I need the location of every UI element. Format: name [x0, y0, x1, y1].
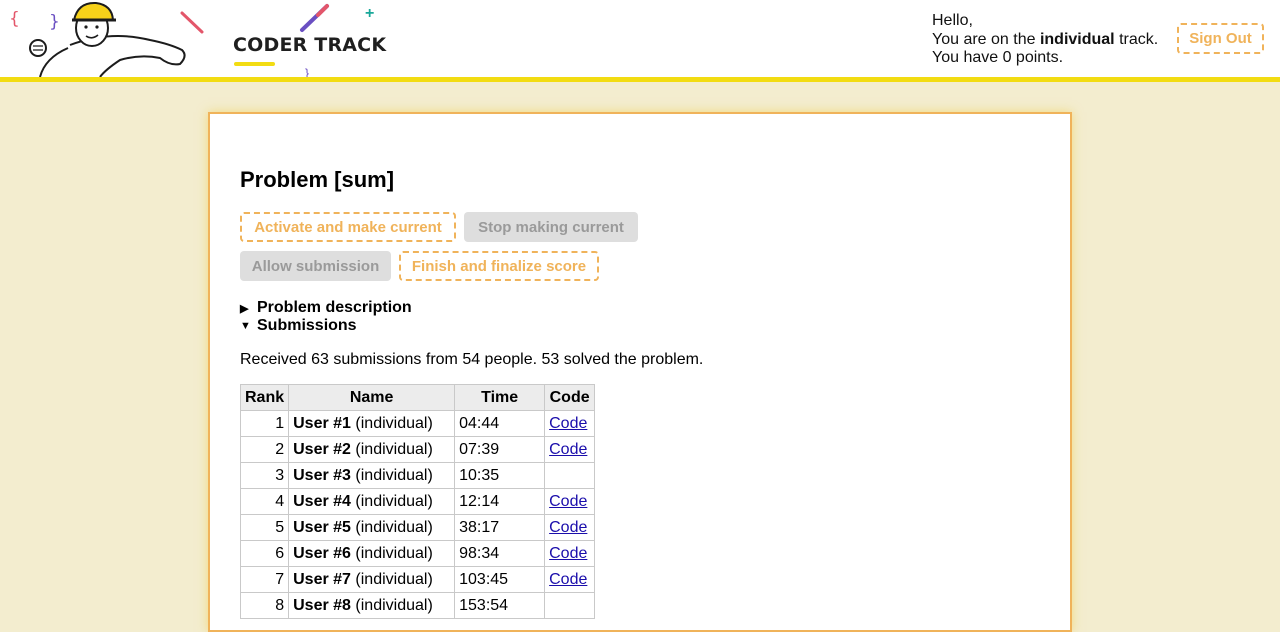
- header-rank: Rank: [239, 384, 290, 411]
- rank-cell: 2: [239, 436, 290, 463]
- decorative-slash-icon: [180, 11, 204, 34]
- table-header-row: Rank Name Time Code: [239, 384, 596, 411]
- rank-cell: 8: [239, 592, 290, 619]
- time-cell: 10:35: [454, 462, 546, 489]
- submissions-summary: Received 63 submissions from 54 people. …: [240, 351, 704, 368]
- track-line: You are on the individual track.: [932, 31, 1158, 50]
- user-name: User #1: [293, 414, 351, 432]
- name-cell: User #6 (individual): [288, 540, 456, 567]
- submissions-toggle[interactable]: ▼ Submissions: [240, 317, 357, 335]
- user-track: (individual): [355, 544, 433, 562]
- user-track: (individual): [355, 570, 433, 588]
- rank-cell: 5: [239, 514, 290, 541]
- code-link[interactable]: Code: [549, 415, 587, 432]
- pencil-icon: [300, 4, 329, 32]
- points-text: You have 0 points.: [932, 49, 1064, 66]
- logo-text[interactable]: CODER TRACK: [233, 34, 386, 56]
- name-cell: User #3 (individual): [288, 462, 456, 489]
- code-link[interactable]: Code: [549, 519, 587, 536]
- user-name: User #5: [293, 518, 351, 536]
- code-link[interactable]: Code: [549, 441, 587, 458]
- code-link[interactable]: Code: [549, 545, 587, 562]
- submissions-label: Submissions: [257, 317, 357, 334]
- finish-finalize-button[interactable]: Finish and finalize score: [399, 251, 599, 281]
- user-track: (individual): [355, 492, 433, 510]
- plus-icon: +: [365, 5, 375, 22]
- header-code: Code: [544, 384, 596, 411]
- code-cell: [544, 462, 596, 489]
- table-row: 1 User #1 (individual) 04:44 Code: [239, 410, 596, 437]
- triangle-down-icon: ▼: [240, 320, 251, 332]
- table-row: 2 User #2 (individual) 07:39 Code: [239, 436, 596, 463]
- rank-cell: 6: [239, 540, 290, 567]
- name-cell: User #1 (individual): [288, 410, 456, 437]
- user-track: (individual): [355, 414, 433, 432]
- top-header: { } + } CODER TRACK Hello, You are on th…: [0, 0, 1280, 82]
- name-cell: User #4 (individual): [288, 488, 456, 515]
- table-row: 8 User #8 (individual) 153:54: [239, 592, 596, 619]
- logo-underline: [234, 62, 275, 66]
- brace-icon: }: [305, 66, 310, 80]
- time-cell: 12:14: [454, 488, 546, 515]
- time-cell: 153:54: [454, 592, 546, 619]
- sign-out-button[interactable]: Sign Out: [1177, 23, 1264, 54]
- triangle-right-icon: ▶: [240, 302, 249, 315]
- table-row: 4 User #4 (individual) 12:14 Code: [239, 488, 596, 515]
- user-track: (individual): [355, 466, 433, 484]
- page-title: Problem [sum]: [240, 167, 395, 192]
- table-row: 7 User #7 (individual) 103:45 Code: [239, 566, 596, 593]
- code-cell: Code: [544, 566, 596, 593]
- name-cell: User #7 (individual): [288, 566, 456, 593]
- user-name: User #8: [293, 596, 351, 614]
- coder-mascot-icon: { }: [9, 1, 186, 77]
- code-link[interactable]: Code: [549, 571, 587, 588]
- track-name: individual: [1039, 30, 1115, 48]
- user-name: User #3: [293, 466, 351, 484]
- header-name: Name: [288, 384, 456, 411]
- svg-text:}: }: [49, 12, 60, 32]
- code-cell: [544, 592, 596, 619]
- track-prefix: You are on the: [932, 30, 1040, 48]
- activate-button[interactable]: Activate and make current: [240, 212, 456, 242]
- rank-cell: 1: [239, 410, 290, 437]
- table-row: 3 User #3 (individual) 10:35: [239, 462, 596, 489]
- rank-cell: 7: [239, 566, 290, 593]
- track-suffix: track.: [1114, 30, 1159, 48]
- user-name: User #2: [293, 440, 351, 458]
- time-cell: 98:34: [454, 540, 546, 567]
- user-greeting: Hello, You are on the individual track. …: [932, 12, 1158, 68]
- code-cell: Code: [544, 540, 596, 567]
- time-cell: 103:45: [454, 566, 546, 593]
- user-track: (individual): [355, 440, 433, 458]
- allow-submission-button[interactable]: Allow submission: [240, 251, 391, 281]
- submissions-table: Rank Name Time Code 1 User #1 (individua…: [239, 384, 596, 619]
- user-name: User #4: [293, 492, 351, 510]
- name-cell: User #5 (individual): [288, 514, 456, 541]
- rank-cell: 4: [239, 488, 290, 515]
- code-cell: Code: [544, 514, 596, 541]
- greeting-hello: Hello,: [932, 12, 973, 29]
- user-track: (individual): [355, 518, 433, 536]
- problem-card: Problem [sum] Activate and make current …: [208, 112, 1072, 632]
- problem-description-toggle[interactable]: ▶ Problem description: [240, 299, 412, 317]
- user-name: User #7: [293, 570, 351, 588]
- time-cell: 38:17: [454, 514, 546, 541]
- user-track: (individual): [355, 596, 433, 614]
- stop-current-button[interactable]: Stop making current: [464, 212, 638, 242]
- svg-text:{: {: [9, 9, 20, 29]
- code-cell: Code: [544, 410, 596, 437]
- name-cell: User #2 (individual): [288, 436, 456, 463]
- code-cell: Code: [544, 488, 596, 515]
- header-time: Time: [454, 384, 546, 411]
- code-link[interactable]: Code: [549, 493, 587, 510]
- time-cell: 07:39: [454, 436, 546, 463]
- time-cell: 04:44: [454, 410, 546, 437]
- user-name: User #6: [293, 544, 351, 562]
- problem-description-label: Problem description: [257, 299, 412, 316]
- rank-cell: 3: [239, 462, 290, 489]
- code-cell: Code: [544, 436, 596, 463]
- name-cell: User #8 (individual): [288, 592, 456, 619]
- table-row: 5 User #5 (individual) 38:17 Code: [239, 514, 596, 541]
- table-row: 6 User #6 (individual) 98:34 Code: [239, 540, 596, 567]
